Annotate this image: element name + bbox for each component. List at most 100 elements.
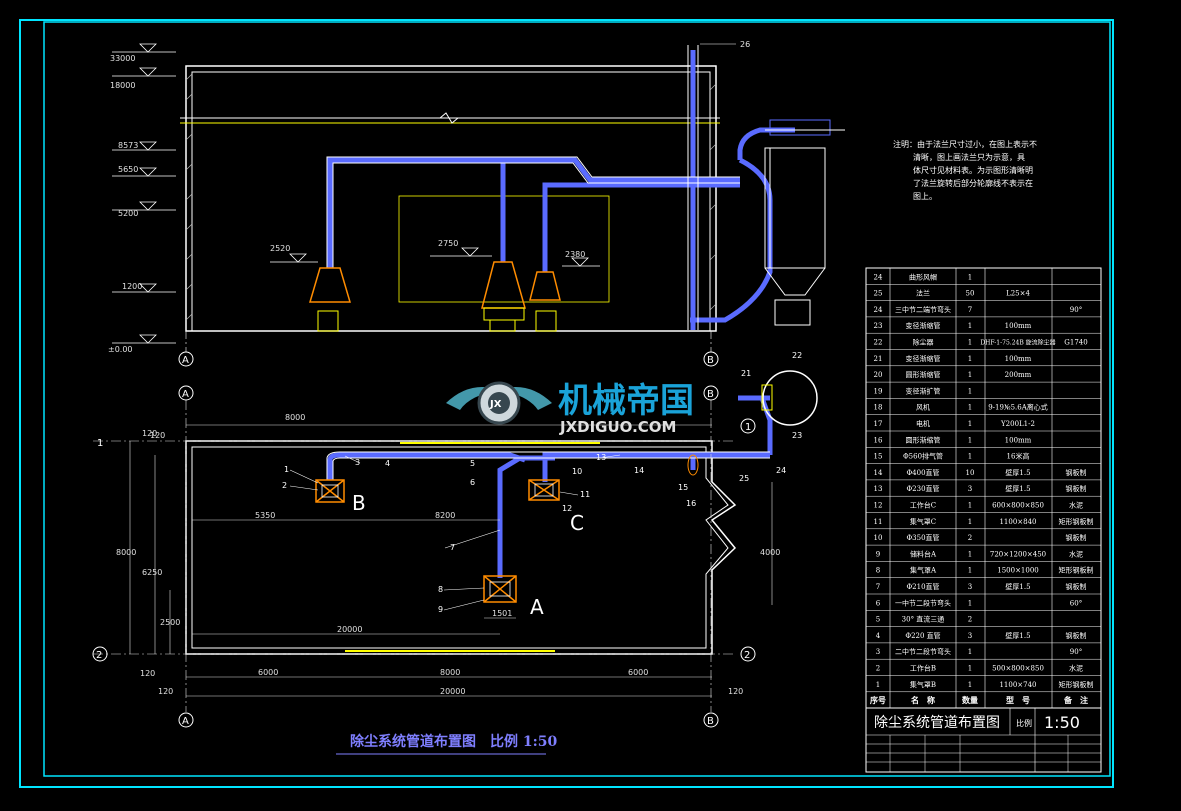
bom-header-cell: 序号	[870, 695, 886, 705]
callout-14: 14	[634, 466, 644, 475]
bom-cell: 风机	[916, 403, 930, 412]
bom-cell: 16米高	[1007, 452, 1030, 461]
callout-10: 10	[572, 467, 582, 476]
axis-1-right: 1	[745, 422, 751, 433]
bom-cell: 5	[876, 616, 880, 624]
zone-label-b: B	[352, 491, 366, 515]
bom-cell: 矩形钢板制	[1059, 680, 1094, 689]
callout-25: 25	[739, 474, 749, 483]
bom-cell: 1	[968, 453, 972, 461]
bom-cell: 1	[968, 502, 972, 510]
bom-cell: 变径渐扩管	[906, 386, 941, 395]
callout-5: 5	[470, 459, 475, 468]
bom-cell: 1100×740	[999, 681, 1036, 689]
bom-cell: 19	[874, 387, 883, 395]
callout-11: 11	[580, 490, 590, 499]
watermark: JX 机械帝国 JXDIGUO.COM	[446, 381, 694, 436]
notes-block: 注明：由于法兰尺寸过小，在图上表示不 清晰，图上画法兰只为示意，具 体尺寸见材料…	[893, 139, 1037, 201]
bom-cell: 17	[874, 420, 883, 428]
bom-cell: 三中节二端节弯头	[895, 305, 951, 314]
bom-cell: 钢板制	[1066, 582, 1087, 591]
axis-2-left: 2	[96, 650, 102, 661]
plan-wall-outer	[185, 440, 737, 655]
drawing-title: 除尘系统管道布置图 比例 1:50	[350, 733, 558, 750]
bom-cell: 矩形钢板制	[1059, 517, 1094, 526]
dim-120-right: 120	[728, 687, 743, 696]
elevation-hoods	[308, 261, 561, 309]
dim-120-left: 120	[158, 687, 173, 696]
bom-cell: 11	[874, 518, 883, 526]
hood-level-a: 2750	[438, 239, 458, 248]
bom-cell: 矩形钢板制	[1059, 566, 1094, 575]
axis-a-top: A	[182, 389, 189, 400]
bom-cell: 3	[968, 632, 972, 640]
dim-20000-inner: 20000	[337, 625, 362, 634]
dust-collector	[764, 119, 845, 326]
bom-cell: 3	[876, 648, 880, 656]
dim-8000-vertical: 8000	[116, 548, 136, 557]
bom-cell: 6	[876, 599, 881, 607]
bom-cell: 1500×1000	[997, 567, 1039, 575]
callout-1: 1	[284, 465, 289, 474]
callout-7: 7	[450, 543, 455, 552]
bom-header-cell: 名 称	[911, 695, 935, 705]
bom-cell: 1100×840	[999, 518, 1036, 526]
bom-cell: 15	[874, 453, 883, 461]
bom-cell: 22	[874, 339, 883, 347]
level-5200: 5200	[118, 209, 138, 218]
bom-cell: Φ230直管	[906, 484, 939, 493]
bom-cell: 水泥	[1069, 664, 1083, 673]
bom-cell: 720×1200×450	[990, 550, 1046, 558]
bom-cell: 2	[968, 534, 972, 542]
bom-cell: L25×4	[1006, 290, 1030, 298]
bom-cell: 工作台B	[910, 664, 936, 673]
title-block-scale: 1:50	[1044, 713, 1080, 732]
zone-label-c: C	[570, 511, 584, 535]
dim-1501: 1501	[492, 609, 512, 618]
bom-cell: Φ220 直管	[905, 631, 940, 640]
bom-cell: 1	[968, 550, 972, 558]
note-line: 注明：由于法兰尺寸过小，在图上表示不	[893, 139, 1037, 149]
bom-cell: 钢板制	[1066, 468, 1087, 477]
bom-cell: 电机	[916, 419, 930, 428]
bom-cell: Φ350直管	[906, 533, 939, 542]
title-block: 除尘系统管道布置图 比例 1:50	[865, 707, 1102, 773]
wall-hatch	[185, 73, 717, 321]
bom-cell: 1	[968, 665, 972, 673]
bom-cell: 100mm	[1005, 436, 1032, 444]
bom-cell: 100mm	[1005, 322, 1032, 330]
bom-cell: 除尘器	[913, 338, 934, 347]
bom-cell: 21	[874, 355, 883, 363]
bom-cell: 20	[874, 371, 883, 379]
dim-2500: 2500	[160, 618, 180, 627]
callout-9: 9	[438, 605, 443, 614]
bom-cell: 7	[876, 583, 880, 591]
bom-cell: DHF-1-75.24B 旋流除尘器	[980, 339, 1055, 347]
hood-level-b: 2520	[270, 244, 290, 253]
elevation-tables	[317, 307, 557, 332]
dim-8000: 8000	[285, 413, 305, 422]
plan-axis-labels: A B A B 2 2 1 1	[96, 389, 751, 727]
bom-cell: 9	[876, 550, 880, 558]
bom-cell: 1	[968, 387, 972, 395]
level-5650: 5650	[118, 165, 138, 174]
bom-cell: 1	[968, 273, 972, 281]
bom-cell: 25	[874, 290, 883, 298]
bom-cell: 1	[968, 371, 972, 379]
bom-cell: 1	[968, 436, 972, 444]
bom-cell: Φ560排气管	[903, 452, 943, 461]
bom-cell: 钢板制	[1066, 484, 1087, 493]
bom-cell: 1	[968, 518, 972, 526]
axis-b-bottom: B	[707, 716, 714, 727]
dim-8000-bottom: 8000	[440, 668, 460, 677]
bom-cell: 1	[968, 567, 972, 575]
bom-cell: 24	[874, 273, 883, 281]
bom-header-cell: 数量	[962, 695, 978, 705]
level-8573: 8573	[118, 141, 138, 150]
axis-label: B	[707, 355, 714, 366]
bom-cell: 集气罩B	[910, 680, 936, 689]
note-line: 图上。	[913, 192, 937, 201]
bom-cell: 壁厚1.5	[1005, 631, 1030, 640]
bom-cell: 1	[968, 681, 972, 689]
level-1200: 1200	[122, 282, 142, 291]
